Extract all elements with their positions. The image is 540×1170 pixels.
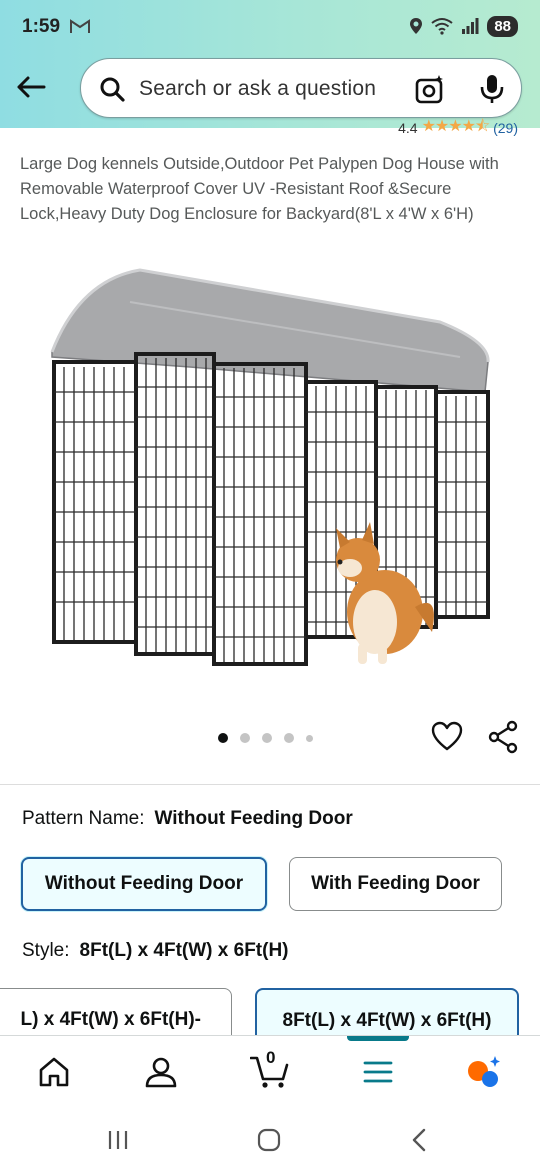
- status-bar: 1:59 88: [0, 0, 540, 52]
- search-bar[interactable]: Search or ask a question: [80, 58, 522, 118]
- search-row: Search or ask a question: [0, 56, 540, 120]
- style-selected-value: 8Ft(L) x 4Ft(W) x 6Ft(H): [79, 940, 289, 961]
- rating-value: 4.4: [398, 120, 418, 136]
- search-icon: [100, 77, 125, 102]
- home-button-icon[interactable]: [255, 1126, 283, 1154]
- recent-apps-icon[interactable]: [104, 1126, 132, 1154]
- rating-stars: ★★★★⯪: [421, 118, 491, 135]
- wifi-icon: [431, 18, 453, 35]
- carousel-dots[interactable]: [218, 731, 313, 745]
- pattern-selected-value: Without Feeding Door: [154, 808, 353, 829]
- pattern-label: Pattern Name:: [22, 808, 145, 829]
- back-nav-icon[interactable]: [406, 1126, 434, 1154]
- product-image[interactable]: [40, 262, 500, 682]
- rufus-assistant-icon[interactable]: [466, 1054, 502, 1090]
- rating-summary[interactable]: 4.4 ★★★★⯪ (29): [398, 118, 518, 138]
- share-icon[interactable]: [486, 720, 520, 754]
- carousel-dot[interactable]: [262, 733, 272, 743]
- status-time: 1:59: [22, 16, 61, 37]
- bottom-nav: 0: [0, 1035, 540, 1110]
- style-row: Style: 8Ft(L) x 4Ft(W) x 6Ft(H): [22, 940, 289, 962]
- menu-icon[interactable]: [360, 1054, 396, 1090]
- carousel-dot[interactable]: [284, 733, 294, 743]
- rating-count[interactable]: (29): [493, 120, 518, 136]
- carousel-dot[interactable]: [218, 733, 228, 743]
- system-nav: [0, 1110, 540, 1170]
- cart-count: 0: [266, 1048, 276, 1067]
- nav-active-indicator: [347, 1036, 409, 1041]
- divider: [0, 784, 540, 785]
- product-title: Large Dog kennels Outside,Outdoor Pet Pa…: [20, 155, 499, 223]
- location-icon: [410, 18, 423, 34]
- carousel-dot[interactable]: [240, 733, 250, 743]
- top-header: 1:59 88 Search or ask a question: [0, 0, 540, 128]
- home-icon[interactable]: [36, 1054, 72, 1090]
- status-icons: 88: [409, 14, 518, 38]
- back-button[interactable]: [14, 70, 48, 104]
- signal-icon: [462, 18, 479, 34]
- pattern-option-without-feeding-door[interactable]: Without Feeding Door: [21, 857, 267, 911]
- camera-lens-icon[interactable]: [415, 74, 445, 104]
- screen: { "status_bar": { "time": "1:59", "batte…: [0, 0, 540, 1170]
- account-icon[interactable]: [143, 1054, 179, 1090]
- style-label: Style:: [22, 940, 70, 961]
- gmail-icon: [70, 19, 90, 33]
- carousel-dot[interactable]: [306, 734, 313, 742]
- heart-icon[interactable]: [430, 720, 464, 754]
- pattern-option-with-feeding-door[interactable]: With Feeding Door: [289, 857, 502, 911]
- battery-badge: 88: [487, 15, 518, 37]
- pattern-row: Pattern Name: Without Feeding Door: [22, 808, 353, 830]
- microphone-icon[interactable]: [479, 73, 505, 105]
- search-input[interactable]: Search or ask a question: [139, 77, 376, 101]
- back-arrow-icon: [17, 76, 46, 98]
